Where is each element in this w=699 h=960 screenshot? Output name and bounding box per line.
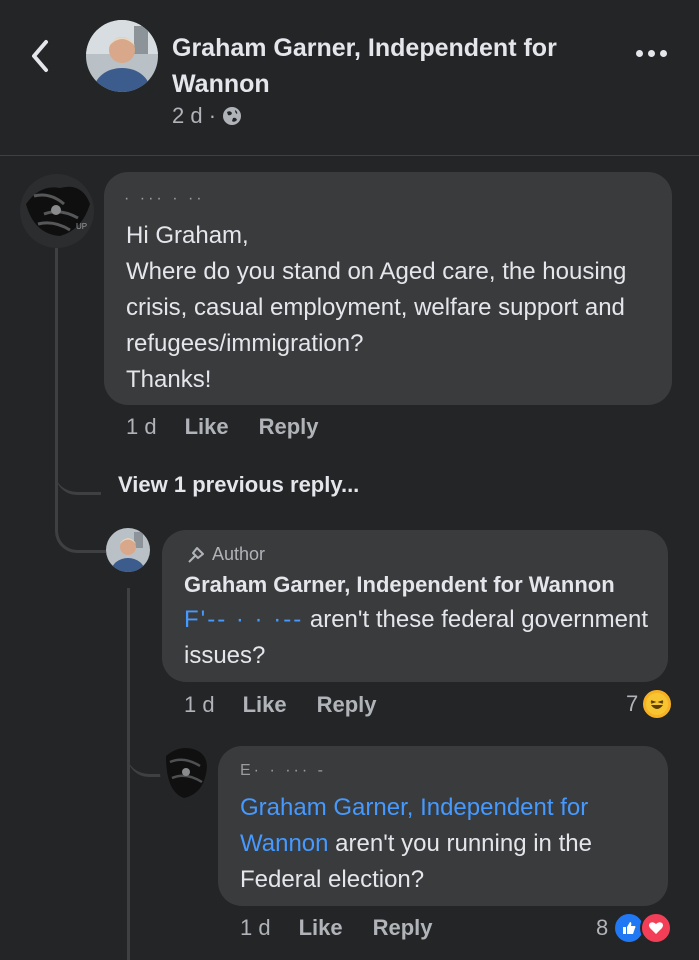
- microphone-icon: [188, 546, 204, 563]
- thread-curve: [55, 492, 106, 553]
- more-options-icon[interactable]: [636, 50, 670, 64]
- thread-curve: [55, 440, 101, 495]
- reaction-count: 7: [626, 691, 639, 716]
- reply-actions: 1 d Like Reply: [240, 915, 463, 941]
- reply-text: Graham Garner, Independent for Wannon ar…: [240, 790, 654, 898]
- reply-bubble[interactable]: Author Graham Garner, Independent for Wa…: [162, 530, 668, 682]
- thread-curve: [127, 722, 163, 777]
- reply-button[interactable]: Reply: [317, 692, 377, 718]
- haha-reaction-icon: [641, 688, 674, 720]
- page-avatar[interactable]: [86, 20, 158, 92]
- mention-link[interactable]: F'‐‐ · · ·‐‐: [184, 606, 303, 633]
- comment-bubble[interactable]: · ··· · ·· Hi Graham, Where do you stand…: [104, 172, 672, 405]
- header-divider: [0, 155, 699, 156]
- commenter-avatar[interactable]: [160, 742, 212, 802]
- author-avatar[interactable]: [106, 528, 150, 572]
- reply-time[interactable]: 1 d: [240, 915, 271, 941]
- chevron-left-icon: [32, 40, 48, 72]
- reply-text: F'‐‐ · · ·‐‐ aren't these federal govern…: [184, 602, 654, 674]
- globe-icon: [223, 107, 242, 125]
- like-button[interactable]: Like: [243, 692, 287, 718]
- reply-actions: 1 d Like Reply: [184, 692, 407, 718]
- reply-author-name[interactable]: Graham Garner, Independent for Wannon: [184, 572, 615, 598]
- like-button[interactable]: Like: [185, 414, 229, 440]
- thread-line: [127, 588, 130, 960]
- reply-time[interactable]: 1 d: [184, 692, 215, 718]
- commenter-name[interactable]: · ··· · ··: [124, 190, 205, 208]
- reaction-summary[interactable]: 8: [596, 912, 673, 944]
- page-title[interactable]: Graham Garner, Independent for Wannon: [172, 30, 602, 102]
- reaction-summary[interactable]: 7: [626, 688, 674, 720]
- svg-text:UP: UP: [76, 222, 87, 231]
- back-button[interactable]: [26, 36, 56, 76]
- comment-time[interactable]: 1 d: [126, 414, 157, 440]
- like-button[interactable]: Like: [299, 915, 343, 941]
- author-badge: Author: [186, 544, 265, 565]
- view-previous-replies[interactable]: View 1 previous reply...: [118, 472, 359, 498]
- reply-button[interactable]: Reply: [373, 915, 433, 941]
- heart-reaction-icon: [640, 912, 673, 944]
- reaction-count: 8: [596, 915, 609, 940]
- comment-actions: 1 d Like Reply: [126, 414, 349, 440]
- post-meta: 2 d ·: [172, 103, 242, 129]
- commenter-name[interactable]: E· · ··· ‐: [240, 762, 326, 780]
- comment-text: Hi Graham, Where do you stand on Aged ca…: [126, 222, 627, 393]
- reply-button[interactable]: Reply: [259, 414, 319, 440]
- reply-bubble[interactable]: E· · ··· ‐ Graham Garner, Independent fo…: [218, 746, 668, 906]
- post-time: 2 d ·: [172, 103, 217, 128]
- author-badge-label: Author: [212, 544, 266, 564]
- commenter-avatar[interactable]: UP: [20, 174, 94, 248]
